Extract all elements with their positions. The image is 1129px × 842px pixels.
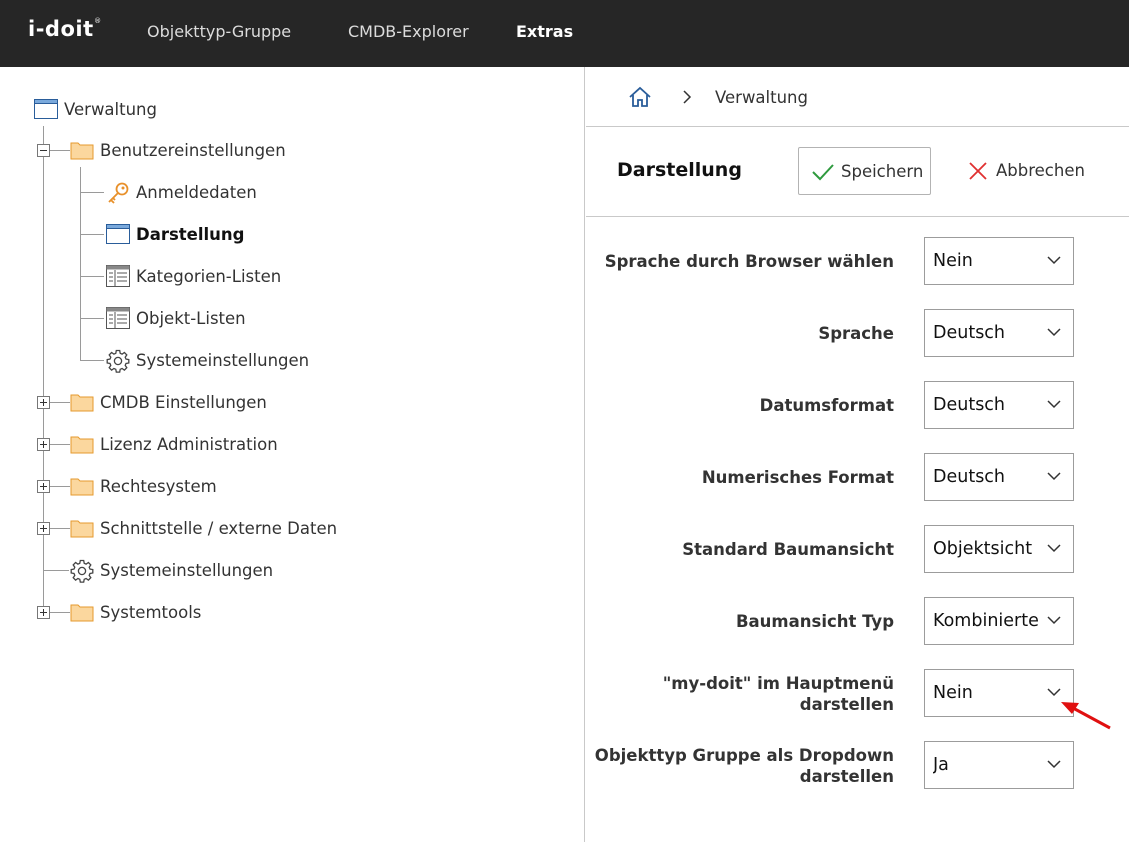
nav-objekttyp-gruppe[interactable]: Objekttyp-Gruppe	[147, 22, 291, 41]
select-value: Deutsch	[933, 467, 1006, 487]
select-standard-baumansicht[interactable]: Objektsicht	[924, 525, 1074, 573]
nav-extras[interactable]: Extras	[516, 22, 573, 41]
tree-item-systemtools[interactable]: Systemtools	[100, 603, 201, 622]
field-label-objekttyp-dropdown: Objekttyp Gruppe als Dropdown darstellen	[595, 745, 894, 787]
chevron-right-icon	[683, 90, 692, 104]
home-icon[interactable]	[628, 85, 652, 109]
cancel-button[interactable]: Abbrechen	[964, 147, 1094, 195]
collapse-toggle[interactable]	[37, 144, 50, 157]
check-icon	[812, 164, 834, 181]
logo-text: i-doit	[28, 17, 94, 41]
chevron-down-icon	[1047, 471, 1061, 481]
breadcrumb: Verwaltung	[586, 67, 1129, 127]
select-value: Deutsch	[933, 395, 1006, 415]
table-icon	[106, 307, 130, 329]
window-icon	[34, 99, 58, 119]
top-navigation-bar: i-doit ® Objekttyp-Gruppe CMDB-Explorer E…	[0, 0, 1129, 67]
folder-icon	[70, 436, 94, 454]
tree-item-verwaltung[interactable]: Verwaltung	[64, 100, 157, 119]
field-label-line: darstellen	[799, 695, 894, 714]
expand-toggle[interactable]	[37, 396, 50, 409]
folder-icon	[70, 520, 94, 538]
table-icon	[106, 265, 130, 287]
select-numerisches-format[interactable]: Deutsch	[924, 453, 1074, 501]
chevron-down-icon	[1047, 759, 1061, 769]
tree-item-systemeinstellungen[interactable]: Systemeinstellungen	[100, 561, 273, 580]
admin-tree-pane: Verwaltung Benutzereinstellungen Anmelde…	[0, 67, 585, 842]
select-value: Nein	[933, 683, 973, 703]
page-title: Darstellung	[617, 159, 742, 181]
expand-toggle[interactable]	[37, 522, 50, 535]
select-baumansicht-typ[interactable]: Kombinierte Ansicht	[924, 597, 1074, 645]
tree-item-lizenz-administration[interactable]: Lizenz Administration	[100, 435, 278, 454]
expand-toggle[interactable]	[37, 480, 50, 493]
select-value: Ja	[933, 755, 949, 775]
page-header: Darstellung Speichern Abbrechen	[586, 127, 1129, 217]
tree-item-anmeldedaten[interactable]: Anmeldedaten	[136, 183, 257, 202]
field-label-line: Objekttyp Gruppe als Dropdown	[594, 746, 894, 765]
chevron-down-icon	[1047, 399, 1061, 409]
tree-item-rechtesystem[interactable]: Rechtesystem	[100, 477, 217, 496]
gear-icon	[106, 349, 130, 373]
field-label-baumansicht-typ: Baumansicht Typ	[735, 612, 894, 631]
select-sprache[interactable]: Deutsch	[924, 309, 1074, 357]
select-value: Deutsch	[933, 323, 1006, 343]
tree-item-darstellung[interactable]: Darstellung	[136, 225, 244, 244]
folder-icon	[70, 142, 94, 160]
tree-item-cmdb-einstellungen[interactable]: CMDB Einstellungen	[100, 393, 267, 412]
nav-cmdb-explorer[interactable]: CMDB-Explorer	[348, 22, 469, 41]
field-label-line: darstellen	[799, 767, 894, 786]
field-label-sprache: Sprache	[818, 324, 894, 343]
expand-toggle[interactable]	[37, 606, 50, 619]
tree-item-schnittstelle[interactable]: Schnittstelle / externe Daten	[100, 519, 337, 538]
breadcrumb-current[interactable]: Verwaltung	[715, 88, 808, 107]
tree-guide-line	[80, 167, 81, 361]
settings-pane: Verwaltung Darstellung Speichern Abbrech…	[586, 67, 1129, 842]
chevron-down-icon	[1047, 543, 1061, 553]
field-label-browser-sprache: Sprache durch Browser wählen	[604, 252, 894, 271]
i-doit-logo[interactable]: i-doit ®	[28, 17, 101, 41]
tree-item-objekt-listen[interactable]: Objekt-Listen	[136, 309, 246, 328]
chevron-down-icon	[1047, 327, 1061, 337]
field-label-my-doit: "my-doit" im Hauptmenü darstellen	[663, 673, 894, 715]
field-label-standard-baumansicht: Standard Baumansicht	[682, 540, 894, 559]
tree-guide-line	[43, 126, 44, 614]
expand-toggle[interactable]	[37, 438, 50, 451]
field-label-datumsformat: Datumsformat	[759, 396, 894, 415]
close-icon	[969, 162, 987, 180]
chevron-down-icon	[1047, 615, 1061, 625]
gear-icon	[70, 559, 94, 583]
select-my-doit[interactable]: Nein	[924, 669, 1074, 717]
tree-item-systemeinstellungen-user[interactable]: Systemeinstellungen	[136, 351, 309, 370]
select-objekttyp-dropdown[interactable]: Ja	[924, 741, 1074, 789]
folder-icon	[70, 604, 94, 622]
folder-icon	[70, 478, 94, 496]
select-value: Objektsicht	[933, 539, 1033, 559]
cancel-button-label: Abbrechen	[996, 161, 1085, 180]
chevron-down-icon	[1047, 255, 1061, 265]
field-label-line: "my-doit" im Hauptmenü	[662, 674, 894, 693]
annotation-arrow-icon	[1061, 702, 1111, 730]
save-button[interactable]: Speichern	[798, 147, 931, 195]
select-value: Nein	[933, 251, 973, 271]
folder-icon	[70, 394, 94, 412]
tree-item-kategorien-listen[interactable]: Kategorien-Listen	[136, 267, 281, 286]
save-button-label: Speichern	[841, 162, 924, 181]
select-value: Kombinierte Ansicht	[933, 611, 1043, 631]
key-icon	[108, 182, 129, 204]
window-icon	[106, 224, 130, 244]
select-datumsformat[interactable]: Deutsch	[924, 381, 1074, 429]
field-label-numerisches-format: Numerisches Format	[701, 468, 894, 487]
select-browser-sprache[interactable]: Nein	[924, 237, 1074, 285]
tree-item-benutzereinstellungen[interactable]: Benutzereinstellungen	[100, 141, 286, 160]
